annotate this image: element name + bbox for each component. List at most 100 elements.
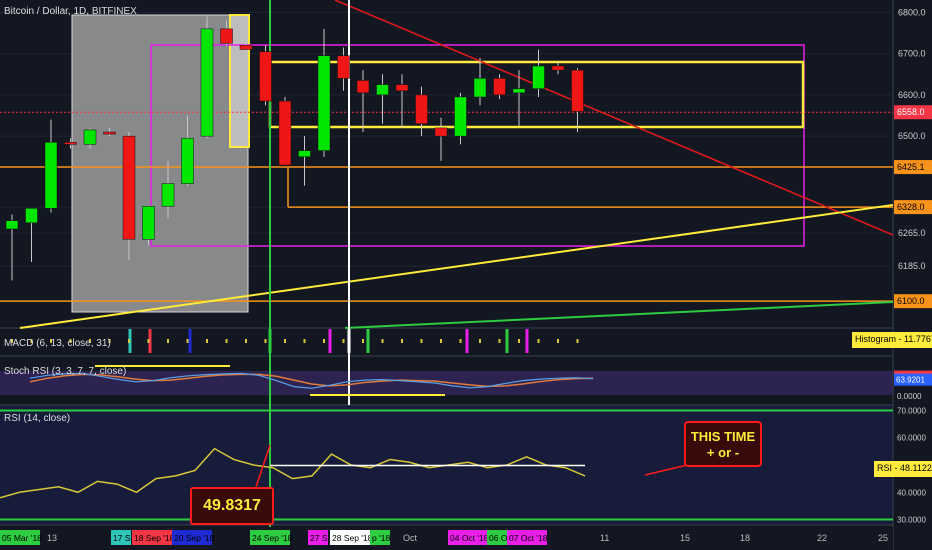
price-box-label: 6558.0 [897, 107, 925, 117]
macd-histogram-bar [576, 339, 579, 343]
candle-body [103, 131, 116, 135]
rsi-title: RSI (14, close) [4, 413, 71, 424]
time-marker-label: 18 Sep '18 [134, 533, 175, 543]
price-box-label: 6100.0 [897, 296, 925, 306]
macd-histogram-value: 11.7767 [904, 334, 932, 344]
macd-histogram-bar [264, 339, 267, 343]
candle-body [434, 127, 448, 137]
macd-histogram-bar [225, 339, 228, 343]
note-line-1: THIS TIME [690, 429, 756, 444]
candle-body [239, 45, 253, 50]
candle-body [161, 183, 175, 207]
macd-title: MACD (6, 13, close, 31) [4, 338, 111, 349]
macd-signal-marker [268, 329, 272, 353]
candle-body [122, 135, 136, 240]
price-tick-label: 6800.0 [898, 7, 926, 17]
yellow-highlight-box [229, 14, 250, 148]
candle-body [25, 208, 38, 224]
macd-histogram-bar [498, 339, 501, 343]
candle-body [44, 142, 58, 209]
candle [259, 45, 272, 106]
note-line-2: + or - [706, 445, 740, 460]
candle-body [532, 65, 545, 89]
time-marker-label: 28 Sep '18 [332, 533, 373, 543]
note-callout: THIS TIME + or - [684, 421, 762, 467]
time-tick-label: 11 [600, 533, 609, 543]
price-tick-label: 6185.0 [898, 261, 926, 271]
macd-histogram-bar [206, 339, 208, 343]
candle-body [83, 129, 97, 145]
gray-range-box [71, 14, 249, 313]
price-tick-label: 6700.0 [898, 49, 926, 59]
price-box-label: 6328.0 [897, 202, 925, 212]
candle-body [5, 220, 19, 230]
time-marker-label: 20 Sep '18 [174, 533, 215, 543]
macd-histogram-label: Histogram - 11.7767 [852, 332, 932, 348]
rsi-value-callout: 49.8317 [190, 487, 274, 525]
macd-histogram-bar [518, 339, 520, 343]
macd-histogram-bar [420, 339, 423, 343]
macd-signal-marker [366, 329, 370, 353]
rsi-tick-label: 30.0000 [897, 516, 926, 525]
candle-body [473, 78, 487, 98]
macd-signal-marker [465, 329, 469, 353]
macd-histogram-bar [186, 339, 189, 343]
macd-histogram-name: Histogram [855, 334, 897, 344]
stochrsi-tick-label: 0.0000 [897, 392, 922, 401]
price-tick-label: 6500.0 [898, 131, 926, 141]
time-marker-label: 06 O [489, 533, 508, 543]
macd-histogram-bar [342, 339, 345, 343]
macd-signal-marker [328, 329, 332, 353]
candle-body [220, 28, 233, 44]
macd-histogram-bar [147, 339, 150, 343]
candle-body [415, 94, 428, 125]
macd-histogram-bar [557, 339, 559, 343]
time-tick-label: 13 [47, 533, 57, 543]
time-marker-label: p '18 [372, 533, 390, 543]
time-tick-label: Oct [403, 533, 418, 543]
rsi-value-callout-text: 49.8317 [203, 497, 261, 514]
rsi-current-name: RSI [877, 463, 893, 473]
candle-body [337, 55, 350, 79]
time-marker-label: 04 Oct '18 [450, 533, 489, 543]
macd-histogram-bar [284, 339, 286, 343]
candle-body [454, 96, 467, 137]
macd-histogram-bar [440, 339, 442, 343]
time-marker-label: 05 Mar '18 [2, 533, 42, 543]
macd-histogram-bar [362, 339, 364, 343]
price-chart[interactable]: 6800.0 6700.0 6600.0 6500.0 6425.1 6328.0 6265… [0, 0, 932, 550]
price-tick-label: 6600.0 [898, 90, 926, 100]
macd-signal-marker [188, 329, 192, 353]
stochrsi-title: Stoch RSI (3, 3, 7, 7, close) [4, 366, 127, 377]
candle-body [181, 137, 194, 184]
price-box-label: 6425.1 [897, 162, 925, 172]
candle-body [278, 100, 292, 166]
time-tick-label: 22 [817, 533, 827, 543]
macd-signal-marker [505, 329, 509, 353]
macd-signal-marker [347, 329, 351, 353]
candle-body [551, 65, 565, 71]
candle-body [395, 84, 409, 92]
rsi-current-label: RSI - 48.1122 [874, 461, 932, 477]
macd-histogram-bar [381, 339, 384, 343]
time-marker-label: 27 S [310, 533, 328, 543]
rsi-tick-label: 40.0000 [897, 488, 926, 497]
macd-histogram-bar [323, 339, 325, 343]
time-marker-label: 24 Sep '18 [252, 533, 293, 543]
macd-histogram-bar [479, 339, 481, 343]
time-marker-label: 17 S [113, 533, 131, 543]
macd-histogram-bar [167, 339, 169, 343]
candle-body [298, 150, 311, 158]
macd-histogram-bar [245, 339, 247, 343]
macd-histogram-bar [537, 339, 540, 343]
time-tick-label: 25 [878, 533, 888, 543]
time-tick-label: 18 [740, 533, 750, 543]
price-tick-label: 6265.0 [898, 228, 926, 238]
macd-histogram-bar [401, 339, 403, 343]
candle [278, 96, 292, 166]
candle-body [356, 80, 370, 94]
candle-body [64, 142, 77, 145]
time-tick-label: 15 [680, 533, 690, 543]
chart-title: Bitcoin / Dollar, 1D, BITFINEX [4, 6, 137, 17]
macd-histogram-bar [459, 339, 462, 343]
